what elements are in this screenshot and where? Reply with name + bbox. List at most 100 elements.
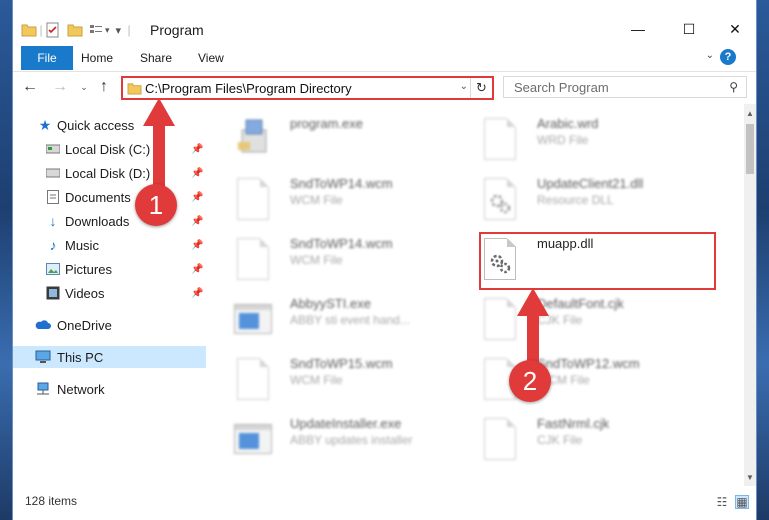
tab-share[interactable]: Share — [140, 46, 172, 70]
help-button[interactable]: ? — [720, 49, 736, 65]
address-path[interactable]: C:\Program Files\Program Directory — [145, 81, 352, 96]
file-item[interactable]: UpdateClient21.dll Resource DLL — [481, 176, 709, 232]
properties-icon[interactable] — [45, 22, 61, 38]
sidebar-item-documents[interactable]: Documents 📌 — [13, 186, 206, 208]
pin-icon[interactable]: 📌 — [191, 144, 203, 155]
computer-icon — [35, 349, 51, 365]
sidebar-item-music[interactable]: ♪ Music 📌 — [13, 234, 206, 256]
star-icon: ★ — [38, 116, 52, 133]
address-dropdown-icon[interactable]: ⌄ — [460, 81, 468, 92]
file-name: SndToWP12.wcm — [537, 356, 640, 371]
file-type: WCM File — [290, 253, 343, 267]
file-item[interactable]: AbbyySTI.exe ABBY sti event hand... — [234, 296, 462, 352]
pin-icon[interactable]: 📌 — [191, 192, 203, 203]
sidebar-item-label: Local Disk (D:) — [65, 165, 151, 181]
sidebar-item-videos[interactable]: Videos 📌 — [13, 282, 206, 304]
sidebar-item-downloads[interactable]: ↓ Downloads 📌 — [13, 210, 206, 232]
file-item[interactable]: UpdateInstaller.exe ABBY updates install… — [234, 416, 462, 472]
network-icon — [35, 381, 51, 397]
chevron-down-icon[interactable]: ▾ — [105, 25, 110, 36]
file-item[interactable]: SndToWP14.wcm WCM File — [234, 236, 462, 292]
maximize-button[interactable]: ☐ — [666, 14, 712, 44]
view-options-icon[interactable] — [89, 23, 103, 37]
pin-icon[interactable]: 📌 — [191, 168, 203, 179]
back-button[interactable]: ← — [19, 76, 41, 98]
pin-icon[interactable]: 📌 — [191, 264, 203, 275]
sidebar-item-label: Pictures — [65, 261, 112, 277]
videos-icon — [45, 285, 61, 301]
file-item[interactable]: program.exe — [234, 116, 462, 172]
pin-icon[interactable]: 📌 — [191, 240, 203, 251]
sidebar-item-local-disk-d[interactable]: Local Disk (D:) 📌 — [13, 162, 206, 184]
new-folder-icon[interactable] — [67, 23, 83, 37]
sidebar-item-quick-access[interactable]: ★ Quick access — [13, 114, 206, 136]
file-name: UpdateClient21.dll — [537, 176, 644, 191]
scroll-up-icon[interactable]: ▲ — [744, 106, 756, 120]
minimize-button[interactable]: — — [615, 14, 661, 44]
refresh-icon[interactable]: ↻ — [470, 78, 492, 98]
file-name: SndToWP15.wcm — [290, 356, 393, 371]
sidebar-item-label: Network — [57, 381, 105, 397]
download-icon: ↓ — [49, 213, 57, 229]
exe-icon — [234, 296, 272, 342]
tab-file[interactable]: File — [21, 46, 73, 70]
sidebar-item-this-pc[interactable]: This PC — [13, 346, 206, 368]
pin-icon[interactable]: 📌 — [191, 216, 203, 227]
ribbon-tabs: File Home Share View ⌄ ? — [13, 44, 756, 72]
file-type: CJK File — [537, 433, 583, 447]
document-icon — [481, 296, 519, 342]
document-icon — [234, 176, 272, 222]
drive-icon — [45, 141, 61, 157]
details-view-icon[interactable]: ☷ — [715, 495, 729, 509]
scroll-down-icon[interactable]: ▼ — [744, 470, 756, 484]
search-input[interactable]: Search Program ⚲ — [503, 76, 747, 98]
sidebar-item-label: Documents — [65, 189, 131, 205]
search-icon[interactable]: ⚲ — [729, 80, 738, 94]
pin-icon[interactable]: 📌 — [191, 288, 203, 299]
sidebar-item-network[interactable]: Network — [13, 378, 206, 400]
large-icons-view-icon[interactable]: ▦ — [735, 495, 749, 509]
cloud-icon — [35, 317, 51, 333]
desktop-background-right — [757, 0, 769, 520]
sidebar-item-pictures[interactable]: Pictures 📌 — [13, 258, 206, 280]
file-item[interactable]: SndToWP14.wcm WCM File — [234, 176, 462, 232]
sidebar-item-onedrive[interactable]: OneDrive — [13, 314, 206, 336]
document-icon — [234, 356, 272, 402]
sidebar-item-label: This PC — [57, 349, 104, 365]
documents-icon — [45, 189, 61, 205]
up-button[interactable]: ↑ — [93, 76, 115, 98]
file-item[interactable]: SndToWP15.wcm WCM File — [234, 356, 462, 412]
document-icon — [234, 236, 272, 282]
sidebar-item-label: Music — [65, 237, 99, 253]
toolbar-separator: | — [127, 23, 131, 37]
sidebar-item-label: Videos — [65, 285, 105, 301]
file-type: ABBY sti event hand... — [290, 313, 410, 327]
document-icon — [481, 116, 519, 162]
dll-icon — [481, 176, 519, 222]
file-item[interactable]: Arabic.wrd WRD File — [481, 116, 709, 172]
sidebar-item-local-disk-c[interactable]: Local Disk (C:) 📌 — [13, 138, 206, 160]
file-list: program.exe Arabic.wrd WRD File SndToWP1… — [206, 104, 746, 486]
file-type: WCM File — [290, 193, 343, 207]
file-explorer-window: | ▾ ▾ | Program — ☐ ✕ File Home Share Vi… — [12, 0, 757, 520]
tab-home[interactable]: Home — [81, 46, 113, 70]
close-button[interactable]: ✕ — [712, 14, 756, 44]
folder-icon — [127, 83, 142, 95]
recent-locations-icon[interactable]: ⌄ — [73, 76, 95, 98]
status-bar: 128 items ☷ ▦ — [13, 486, 756, 520]
installer-icon — [234, 116, 272, 162]
tab-view[interactable]: View — [198, 46, 224, 70]
forward-button[interactable]: → — [49, 76, 71, 98]
customize-toolbar-icon[interactable]: ▾ — [116, 24, 122, 37]
file-item[interactable]: FastNrml.cjk CJK File — [481, 416, 709, 472]
document-icon — [481, 416, 519, 462]
scrollbar-thumb[interactable] — [746, 124, 754, 174]
file-name: Arabic.wrd — [537, 116, 599, 131]
window-title: Program — [150, 22, 204, 38]
vertical-scrollbar[interactable]: ▲ ▼ — [744, 104, 756, 486]
expand-ribbon-icon[interactable]: ⌄ — [706, 50, 714, 61]
file-name: AbbyySTI.exe — [290, 296, 371, 311]
annotation-arrow-up-icon — [517, 288, 549, 370]
step-badge-2: 2 — [509, 360, 551, 402]
folder-icon[interactable] — [21, 23, 37, 37]
